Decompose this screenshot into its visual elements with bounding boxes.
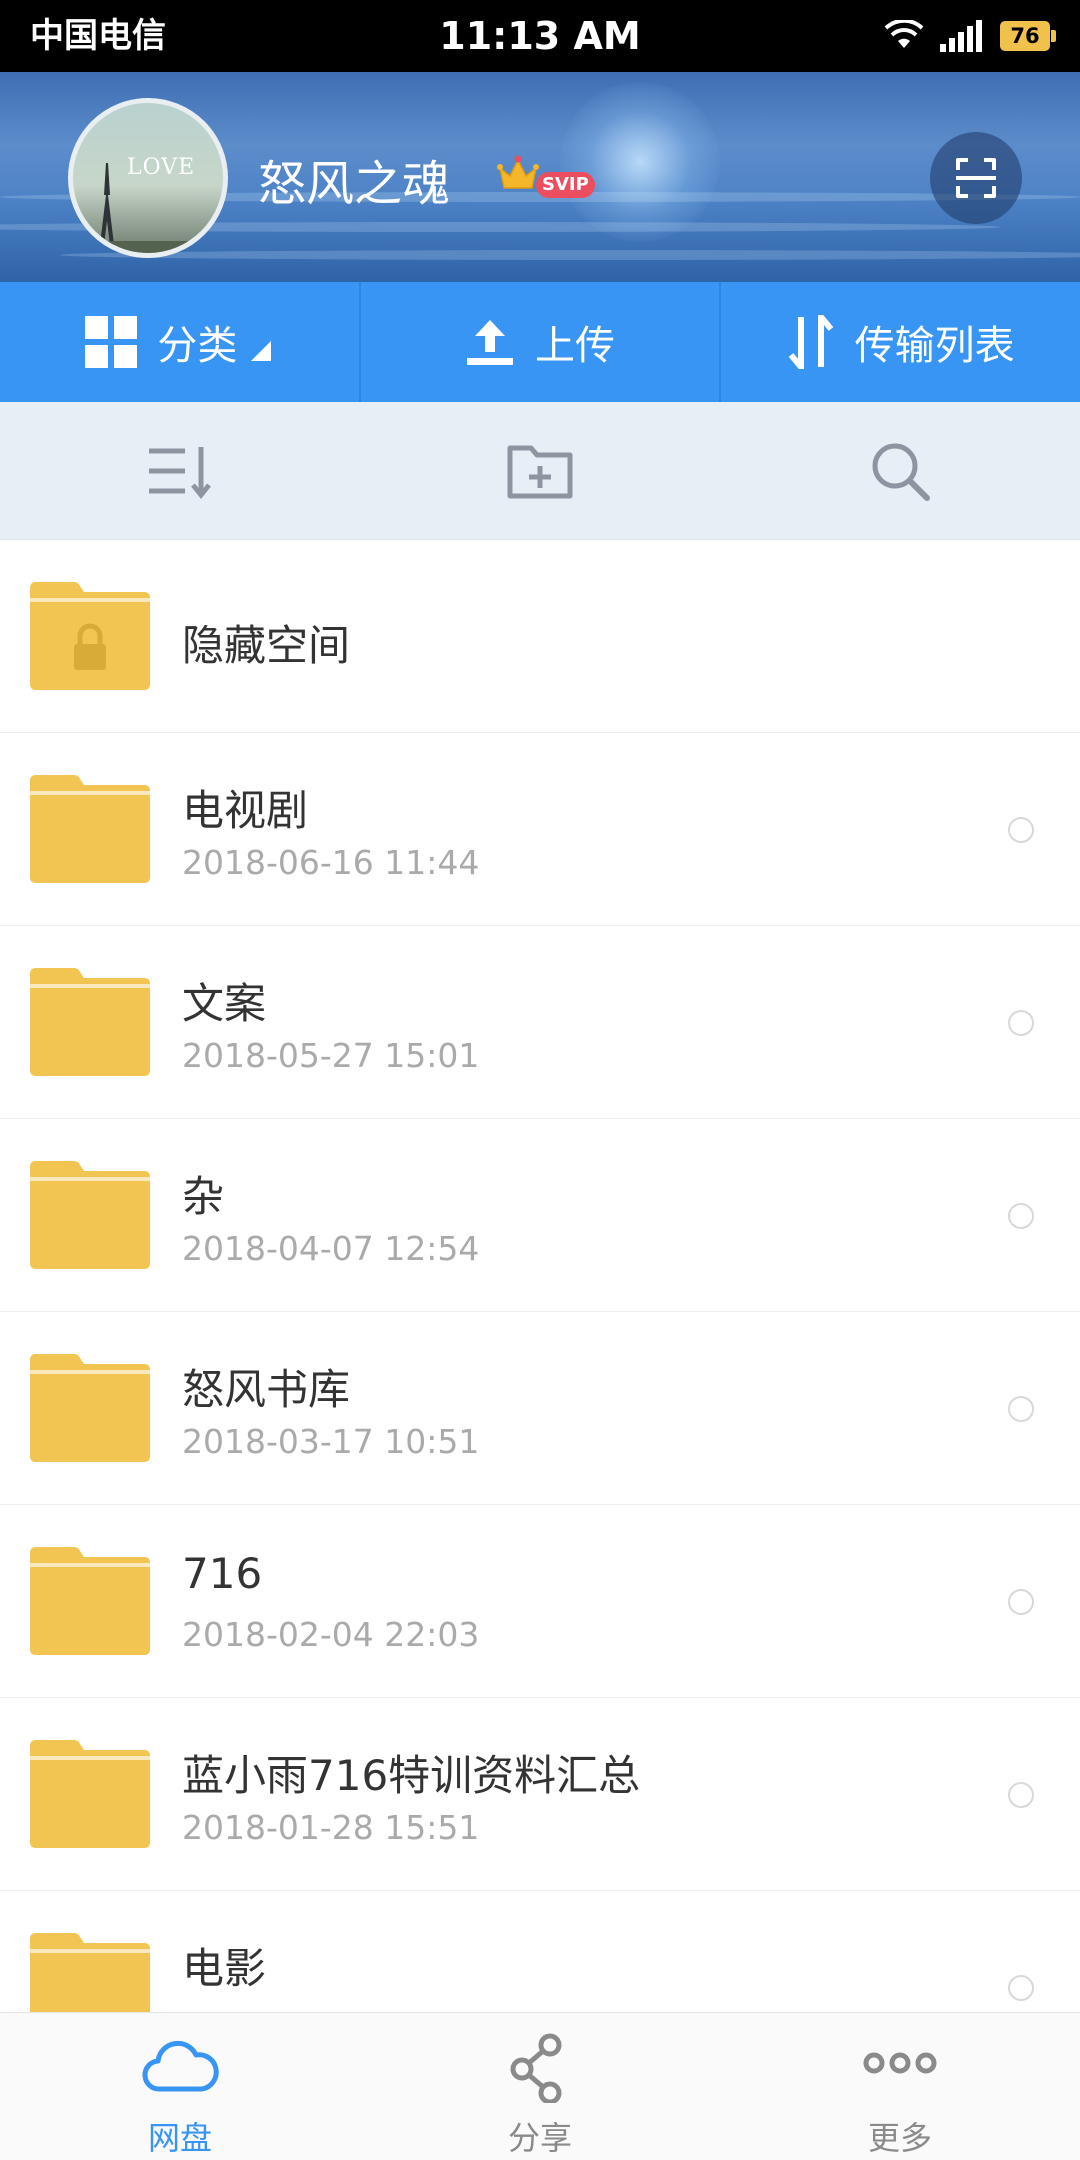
- nav-label: 更多: [867, 2119, 932, 2157]
- file-date: 2018-06-16 11:44: [182, 843, 480, 882]
- battery-level: 76: [1010, 24, 1040, 48]
- list-item[interactable]: 怒风书库 2018-03-17 10:51: [0, 1312, 1080, 1505]
- dropdown-triangle-icon: [251, 341, 272, 361]
- sort-button[interactable]: [0, 402, 360, 539]
- nav-label: 分享: [507, 2119, 572, 2157]
- category-button[interactable]: 分类: [0, 282, 359, 402]
- file-name: 杂: [182, 1172, 225, 1221]
- transfer-list-label: 传输列表: [854, 323, 1015, 369]
- file-name: 文案: [182, 979, 267, 1028]
- new-folder-button[interactable]: [360, 402, 720, 539]
- file-date: 2018-02-04 22:03: [182, 1615, 480, 1654]
- folder-icon: [30, 1161, 150, 1269]
- list-item[interactable]: 电视剧 2018-06-16 11:44: [0, 733, 1080, 926]
- folder-icon: [30, 968, 150, 1076]
- signal-icon: [940, 20, 982, 52]
- transfer-list-button[interactable]: 传输列表: [721, 282, 1080, 402]
- select-checkbox[interactable]: [1008, 1396, 1034, 1422]
- file-date: 2018-05-27 15:01: [182, 1036, 480, 1075]
- folder-icon: [30, 1547, 150, 1655]
- upload-button[interactable]: 上传: [361, 282, 720, 402]
- share-icon: [510, 2033, 562, 2103]
- search-icon: [872, 443, 930, 501]
- list-item[interactable]: 蓝小雨716特训资料汇总 2018-01-28 15:51: [0, 1698, 1080, 1891]
- file-name: 怒风书库: [182, 1365, 351, 1414]
- select-checkbox[interactable]: [1008, 1782, 1034, 1808]
- action-bar: 分类 上传 传输列表: [0, 282, 1080, 402]
- svip-label: SVIP: [536, 172, 595, 198]
- list-item[interactable]: 杂 2018-04-07 12:54: [0, 1119, 1080, 1312]
- file-list: 隐藏空间 电视剧 2018-06-16 11:44 文案 2018-05-27 …: [0, 540, 1080, 2084]
- file-date: 2018-04-07 12:54: [182, 1229, 480, 1268]
- scan-button[interactable]: [930, 132, 1022, 224]
- select-checkbox[interactable]: [1008, 1589, 1034, 1615]
- toolbar: [0, 402, 1080, 540]
- nav-netdisk[interactable]: 网盘: [0, 2013, 360, 2160]
- file-name: 隐藏空间: [182, 621, 351, 670]
- svip-badge[interactable]: SVIP: [496, 154, 596, 198]
- select-checkbox[interactable]: [1008, 1203, 1034, 1229]
- crown-icon: [497, 155, 539, 189]
- select-checkbox[interactable]: [1008, 1975, 1034, 2001]
- profile-name[interactable]: 怒风之魂: [258, 144, 450, 214]
- search-button[interactable]: [720, 402, 1080, 539]
- eiffel-tower-image: [73, 163, 223, 253]
- status-icons: 76: [884, 0, 1056, 72]
- category-label: 分类: [157, 323, 238, 369]
- file-name: 716: [182, 1549, 263, 1598]
- cloud-icon: [142, 2040, 219, 2092]
- nav-label: 网盘: [147, 2119, 212, 2157]
- file-date: 2018-03-17 10:51: [182, 1422, 480, 1461]
- avatar[interactable]: LOVE: [68, 98, 228, 258]
- new-folder-icon: [507, 445, 573, 498]
- select-checkbox[interactable]: [1008, 1010, 1034, 1036]
- avatar-text: LOVE: [127, 155, 196, 180]
- list-item[interactable]: 文案 2018-05-27 15:01: [0, 926, 1080, 1119]
- sort-icon: [149, 446, 211, 499]
- nav-share[interactable]: 分享: [360, 2013, 720, 2160]
- battery-icon: 76: [1000, 21, 1056, 51]
- file-name: 电视剧: [182, 786, 309, 835]
- folder-icon: [30, 1354, 150, 1462]
- upload-icon: [467, 320, 513, 365]
- more-icon: [863, 2052, 937, 2074]
- file-name: 蓝小雨716特训资料汇总: [182, 1751, 641, 1800]
- profile-header: LOVE 怒风之魂 SVIP: [0, 72, 1080, 282]
- upload-label: 上传: [535, 323, 615, 369]
- list-item[interactable]: 隐藏空间: [0, 540, 1080, 733]
- folder-icon: [30, 775, 150, 883]
- app-screen: 中国电信 11:13 AM 76 LOVE 怒风之魂 SVIP 分类 上传 传输…: [0, 0, 1080, 2160]
- locked-folder-icon: [30, 582, 150, 690]
- select-checkbox[interactable]: [1008, 817, 1034, 843]
- bottom-nav: 网盘 分享 更多: [0, 2012, 1080, 2160]
- transfer-icon: [788, 315, 833, 369]
- status-bar: 中国电信 11:13 AM 76: [0, 0, 1080, 72]
- wifi-icon: [884, 20, 924, 48]
- nav-more[interactable]: 更多: [720, 2013, 1080, 2160]
- scan-icon: [956, 158, 996, 198]
- list-item[interactable]: 716 2018-02-04 22:03: [0, 1505, 1080, 1698]
- folder-icon: [30, 1740, 150, 1848]
- file-date: 2018-01-28 15:51: [182, 1808, 480, 1847]
- file-name: 电影: [182, 1944, 267, 1993]
- grid-icon: [85, 316, 138, 368]
